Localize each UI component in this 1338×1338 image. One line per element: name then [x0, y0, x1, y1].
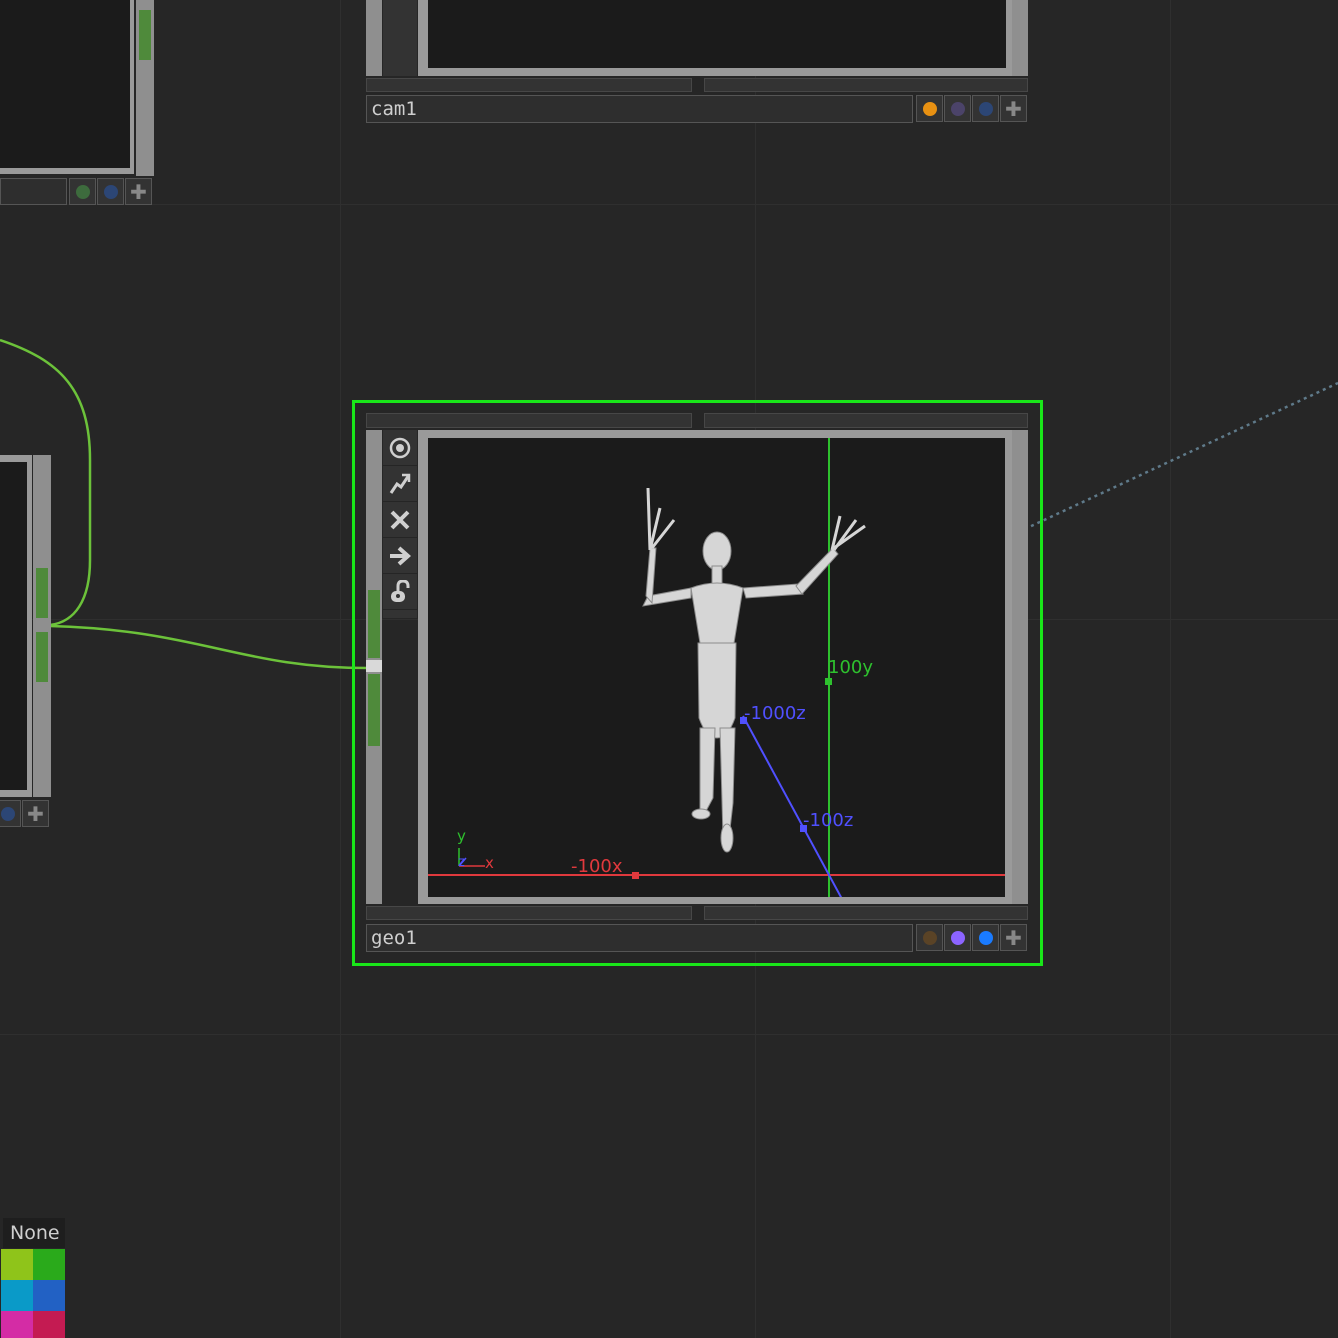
plus-icon: ✚ [130, 179, 147, 204]
flag-dot [0, 806, 15, 821]
node-strip [366, 413, 692, 428]
color-swatch[interactable] [1, 1249, 33, 1280]
node-strip [704, 413, 1028, 428]
plus-icon: ✚ [27, 801, 44, 826]
add-flag-button[interactable]: ✚ [22, 800, 49, 827]
gizmo-y-label: y [457, 827, 466, 845]
node-label-geo1[interactable]: geo1 [366, 924, 913, 952]
color-none-option[interactable]: None [3, 1218, 65, 1248]
geo1-viewer[interactable]: -100x 100y -1000z -100z y x z [428, 438, 1005, 897]
gizmo-x-label: x [485, 854, 494, 872]
lock-icon[interactable] [383, 574, 417, 610]
z-axis-label-near: -100z [803, 810, 854, 831]
node-strip [704, 906, 1028, 920]
color-swatch[interactable] [33, 1280, 65, 1311]
node-label[interactable] [0, 178, 67, 205]
flag-dot [75, 184, 90, 199]
input-bar [366, 0, 382, 76]
toolbar-area [383, 0, 417, 76]
flag-dot [922, 101, 937, 116]
output-connector[interactable] [36, 568, 48, 618]
node-viewer [0, 0, 130, 168]
color-swatch[interactable] [33, 1311, 65, 1338]
wire-dotted [1011, 381, 1338, 537]
flag-button[interactable] [69, 178, 96, 205]
bypass-icon[interactable] [383, 466, 417, 502]
output-bar [1012, 0, 1028, 76]
flag-button[interactable] [916, 924, 943, 951]
flag-button[interactable] [972, 95, 999, 122]
add-flag-button[interactable]: ✚ [1000, 95, 1027, 122]
x-axis-label: -100x [571, 856, 623, 877]
cooking-off-icon[interactable] [383, 502, 417, 538]
flag-dot [978, 930, 993, 945]
z-axis-label-far: -1000z [744, 703, 806, 724]
node-strip [366, 78, 692, 92]
flag-button[interactable] [944, 924, 971, 951]
flag-button[interactable] [944, 95, 971, 122]
flag-dot [103, 184, 118, 199]
node-strip [704, 78, 1028, 92]
y-axis-marker [825, 678, 832, 685]
node-viewer [428, 0, 1006, 68]
export-arrow-icon[interactable] [383, 538, 417, 574]
plus-icon: ✚ [1005, 96, 1022, 121]
x-axis-marker [632, 872, 639, 879]
flag-button[interactable] [916, 95, 943, 122]
color-swatch[interactable] [1, 1280, 33, 1311]
flag-button[interactable] [0, 800, 21, 827]
output-connector[interactable] [36, 632, 48, 682]
plus-icon: ✚ [1005, 925, 1022, 950]
y-axis-label: 100y [828, 657, 874, 678]
gizmo-z-label: z [458, 855, 465, 870]
z-axis-line [742, 715, 843, 897]
viewer-icon[interactable] [383, 430, 417, 466]
output-bar [33, 455, 51, 797]
viewport-3d [428, 438, 1005, 897]
flag-dot [922, 930, 937, 945]
node-viewer [0, 462, 27, 790]
input-connector[interactable] [368, 674, 380, 746]
node-strip [366, 906, 692, 920]
flag-dot [978, 101, 993, 116]
input-connector-active[interactable] [366, 660, 382, 672]
flag-dot [950, 101, 965, 116]
add-flag-button[interactable]: ✚ [125, 178, 152, 205]
output-bar [1012, 430, 1028, 904]
add-flag-button[interactable]: ✚ [1000, 924, 1027, 951]
node-toolbar [383, 430, 417, 618]
flag-button[interactable] [972, 924, 999, 951]
color-swatch[interactable] [33, 1249, 65, 1280]
input-connector[interactable] [368, 590, 380, 658]
color-swatch[interactable] [1, 1311, 33, 1338]
flag-button[interactable] [97, 178, 124, 205]
output-connector[interactable] [139, 10, 151, 60]
flag-dot [950, 930, 965, 945]
node-label-cam1[interactable]: cam1 [366, 95, 913, 123]
wire-to-geo1 [49, 624, 369, 670]
